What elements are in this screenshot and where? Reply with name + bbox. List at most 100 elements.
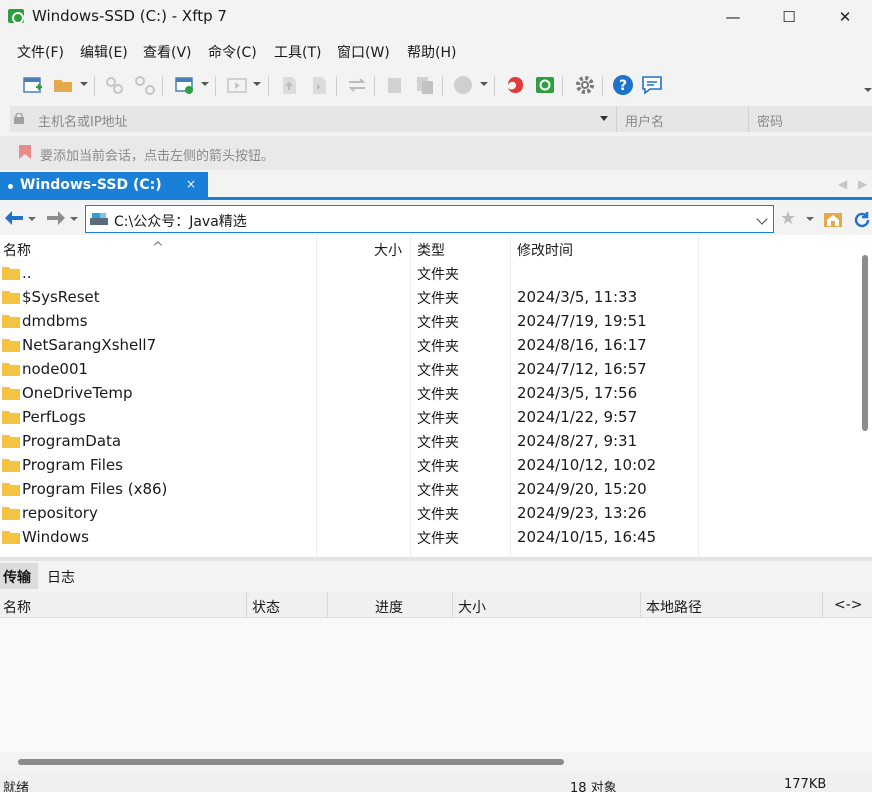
menu-file[interactable]: 文件(F) bbox=[17, 42, 64, 62]
chevron-down-icon[interactable] bbox=[253, 82, 261, 86]
record-icon[interactable] bbox=[452, 74, 474, 96]
chevron-down-icon[interactable] bbox=[80, 82, 88, 86]
path-bar: C:\公众号：Java精选 ★ bbox=[0, 203, 872, 235]
transfer-column-local-path[interactable]: 本地路径 bbox=[646, 597, 702, 617]
xshell-icon[interactable] bbox=[504, 74, 526, 96]
file-modified: 2024/10/12, 10:02 bbox=[517, 456, 657, 474]
transfer-column-progress[interactable]: 进度 bbox=[375, 597, 403, 617]
table-row[interactable]: Program Files (x86) 文件夹 2024/9/20, 15:20 bbox=[0, 477, 858, 501]
table-row[interactable]: Program Files 文件夹 2024/10/12, 10:02 bbox=[0, 453, 858, 477]
tab-log[interactable]: 日志 bbox=[47, 567, 75, 587]
new-session-icon[interactable] bbox=[22, 74, 44, 96]
chat-icon[interactable] bbox=[641, 74, 663, 96]
maximize-button[interactable]: ☐ bbox=[764, 0, 814, 34]
title-bar: Windows-SSD (C:) - Xftp 7 — ☐ ✕ bbox=[0, 0, 872, 34]
xftp-icon[interactable] bbox=[534, 74, 556, 96]
svg-text:?: ? bbox=[619, 78, 627, 94]
file-name: Program Files (x86) bbox=[22, 480, 168, 498]
table-row[interactable]: repository 文件夹 2024/9/23, 13:26 bbox=[0, 501, 858, 525]
file-modified: 2024/3/5, 17:56 bbox=[517, 384, 638, 402]
window-title: Windows-SSD (C:) - Xftp 7 bbox=[32, 7, 227, 25]
table-row[interactable]: ProgramData 文件夹 2024/8/27, 9:31 bbox=[0, 429, 858, 453]
copy-icon[interactable] bbox=[384, 74, 406, 96]
close-button[interactable]: ✕ bbox=[820, 0, 870, 34]
folder-icon bbox=[2, 267, 20, 280]
home-icon[interactable] bbox=[823, 210, 843, 228]
add-session-arrow-icon[interactable] bbox=[18, 144, 32, 160]
table-row[interactable]: OneDriveTemp 文件夹 2024/3/5, 17:56 bbox=[0, 381, 858, 405]
file-name: repository bbox=[22, 504, 98, 522]
table-row[interactable]: PerfLogs 文件夹 2024/1/22, 9:57 bbox=[0, 405, 858, 429]
refresh-icon[interactable] bbox=[852, 210, 872, 230]
back-arrow-icon[interactable] bbox=[4, 210, 24, 226]
tab-transfer[interactable]: 传输 bbox=[0, 563, 38, 589]
help-icon[interactable]: ? bbox=[612, 74, 634, 96]
menu-tools[interactable]: 工具(T) bbox=[274, 42, 321, 62]
chevron-down-icon[interactable] bbox=[70, 217, 78, 221]
password-input[interactable]: 密码 bbox=[748, 106, 872, 132]
chevron-down-icon[interactable] bbox=[600, 116, 608, 121]
file-modified: 2024/10/15, 16:45 bbox=[517, 528, 657, 546]
minimize-button[interactable]: — bbox=[708, 0, 758, 34]
menu-bar: 文件(F) 编辑(E) 查看(V) 命令(C) 工具(T) 窗口(W) 帮助(H… bbox=[0, 38, 872, 64]
transfer-column-direction[interactable]: <-> bbox=[834, 597, 863, 613]
settings-icon[interactable] bbox=[574, 74, 596, 96]
folder-icon bbox=[2, 531, 20, 544]
tab-status-dot bbox=[8, 184, 13, 189]
folder-icon bbox=[2, 363, 20, 376]
chevron-down-icon[interactable] bbox=[756, 213, 768, 225]
transfer-column-size[interactable]: 大小 bbox=[458, 597, 486, 617]
column-size[interactable]: 大小 bbox=[374, 240, 402, 260]
play-icon[interactable] bbox=[226, 74, 248, 96]
column-modified[interactable]: 修改时间 bbox=[517, 240, 573, 260]
transfer-column-name[interactable]: 名称 bbox=[3, 597, 31, 617]
table-row[interactable]: .. 文件夹 bbox=[0, 261, 858, 285]
session-properties-icon[interactable] bbox=[174, 74, 196, 96]
address-bar: 主机名或IP地址 用户名 密码 bbox=[10, 106, 872, 132]
menu-edit[interactable]: 编辑(E) bbox=[80, 42, 128, 62]
object-count: 18 对象 bbox=[570, 781, 617, 792]
tab-scroll-right-icon[interactable]: ▶ bbox=[858, 177, 867, 191]
menu-window[interactable]: 窗口(W) bbox=[337, 42, 390, 62]
lock-icon bbox=[14, 113, 24, 124]
download-icon[interactable] bbox=[308, 74, 330, 96]
menu-view[interactable]: 查看(V) bbox=[143, 42, 192, 62]
table-row[interactable]: Windows 文件夹 2024/10/15, 16:45 bbox=[0, 525, 858, 549]
chevron-down-icon[interactable] bbox=[28, 217, 36, 221]
host-input[interactable]: 主机名或IP地址 bbox=[10, 106, 614, 132]
file-list-scrollbar[interactable] bbox=[862, 255, 868, 431]
chevron-down-icon[interactable] bbox=[480, 82, 488, 86]
transfer-list-header: 名称 状态 进度 大小 本地路径 <-> bbox=[0, 592, 872, 618]
sync-icon[interactable] bbox=[346, 74, 368, 96]
forward-arrow-icon[interactable] bbox=[46, 210, 66, 226]
total-size: 177KB bbox=[784, 777, 827, 792]
transfer-column-status[interactable]: 状态 bbox=[252, 597, 280, 617]
table-row[interactable]: node001 文件夹 2024/7/12, 16:57 bbox=[0, 357, 858, 381]
disconnect-icon[interactable] bbox=[134, 74, 156, 96]
bookmark-star-icon[interactable]: ★ bbox=[780, 208, 796, 229]
file-name: .. bbox=[22, 264, 32, 282]
table-row[interactable]: $SysReset 文件夹 2024/3/5, 11:33 bbox=[0, 285, 858, 309]
open-folder-icon[interactable] bbox=[52, 74, 74, 96]
chevron-down-icon[interactable] bbox=[806, 217, 814, 221]
table-row[interactable]: dmdbms 文件夹 2024/7/19, 19:51 bbox=[0, 309, 858, 333]
paste-icon[interactable] bbox=[414, 74, 436, 96]
tab-windows-ssd[interactable]: Windows-SSD (C:) × bbox=[0, 172, 208, 200]
column-name[interactable]: 名称 bbox=[3, 240, 31, 260]
toolbar-overflow-icon[interactable] bbox=[864, 88, 872, 92]
tab-close-icon[interactable]: × bbox=[186, 177, 196, 191]
chevron-down-icon[interactable] bbox=[201, 82, 209, 86]
username-input[interactable]: 用户名 bbox=[616, 106, 746, 132]
menu-command[interactable]: 命令(C) bbox=[208, 42, 257, 62]
menu-help[interactable]: 帮助(H) bbox=[407, 42, 456, 62]
transfer-list-scrollbar[interactable] bbox=[18, 759, 564, 765]
connect-icon[interactable] bbox=[104, 74, 126, 96]
transfer-list bbox=[0, 618, 872, 752]
bottom-tab-strip: 传输 日志 bbox=[0, 561, 872, 591]
path-input[interactable]: C:\公众号：Java精选 bbox=[85, 205, 774, 233]
table-row[interactable]: NetSarangXshell7 文件夹 2024/8/16, 16:17 bbox=[0, 333, 858, 357]
column-type[interactable]: 类型 bbox=[417, 240, 445, 260]
session-tab-strip: Windows-SSD (C:) × ◀ ▶ bbox=[0, 172, 872, 200]
tab-scroll-left-icon[interactable]: ◀ bbox=[838, 177, 847, 191]
upload-icon[interactable] bbox=[278, 74, 300, 96]
